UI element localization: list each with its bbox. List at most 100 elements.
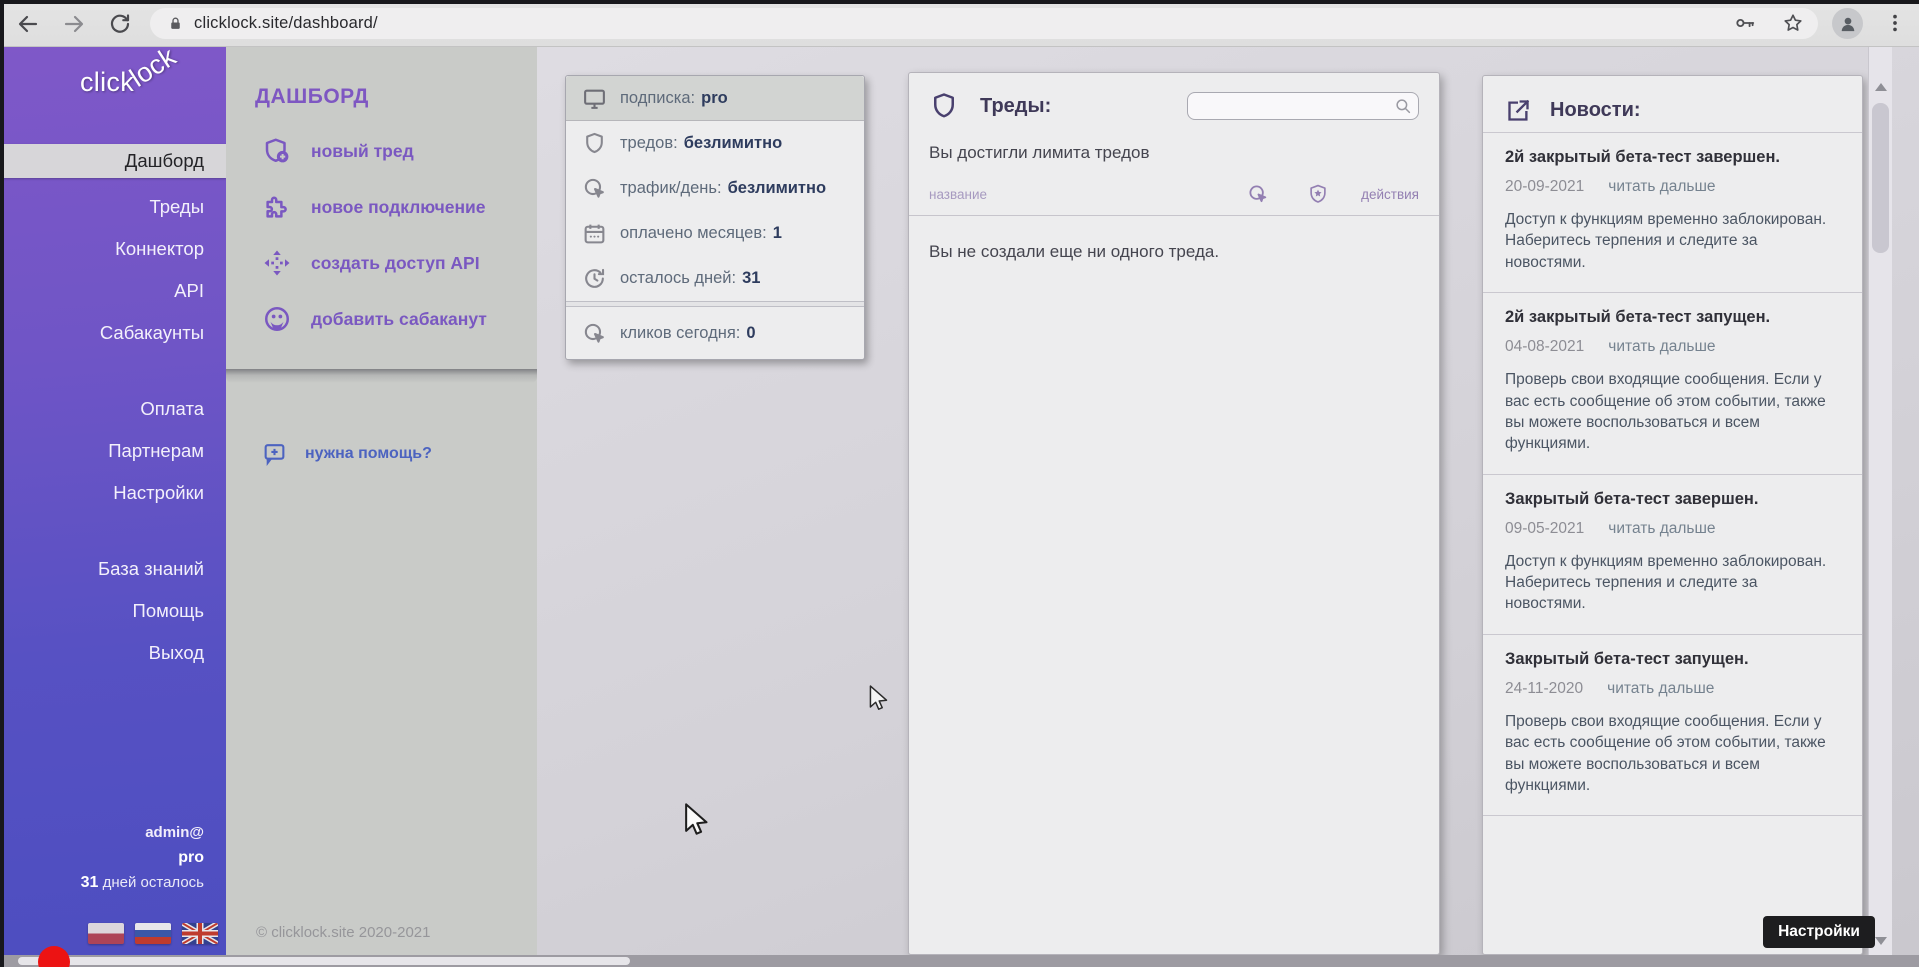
profile-avatar[interactable] <box>1832 8 1863 39</box>
dashboard-page: click lock Дашборд Треды Коннектор API С… <box>0 47 1919 955</box>
address-bar[interactable]: clicklock.site/dashboard/ <box>150 8 1818 39</box>
read-more-link[interactable]: читать дальше <box>1607 680 1714 698</box>
scroll-up-icon[interactable] <box>1875 83 1887 91</box>
news-item-body: Доступ к функциям временно заблокирован.… <box>1505 209 1840 273</box>
sidebar: click lock Дашборд Треды Коннектор API С… <box>0 47 226 955</box>
monitor-icon <box>582 86 607 111</box>
sidebar-item-subaccounts[interactable]: Сабакаунты <box>0 312 226 354</box>
days-text: дней осталось <box>103 874 204 891</box>
mouse-cursor <box>683 803 711 841</box>
scroll-down-icon[interactable] <box>1875 937 1887 945</box>
news-item: Закрытый бета-тест завершен. 09-05-2021 … <box>1483 474 1862 634</box>
search-icon[interactable] <box>1394 97 1412 115</box>
news-item-title: 2й закрытый бета-тест завершен. <box>1505 148 1840 167</box>
russia-flag-icon[interactable] <box>135 923 171 944</box>
stat-traffic: трафик/день: безлимитно <box>566 166 864 211</box>
sidebar-item-threads[interactable]: Треды <box>0 186 226 228</box>
horizontal-scrollbar-thumb[interactable] <box>18 957 630 965</box>
sidebar-item-settings[interactable]: Настройки <box>0 472 226 514</box>
read-more-link[interactable]: читать дальше <box>1608 338 1715 356</box>
need-help-link[interactable]: нужна помощь? <box>262 441 537 466</box>
uk-flag-icon[interactable] <box>182 923 218 944</box>
news-item-date: 24-11-2020 <box>1505 680 1583 698</box>
stat-label: подписка: <box>620 89 695 108</box>
read-more-link[interactable]: читать дальше <box>1608 178 1715 196</box>
news-item-title: 2й закрытый бета-тест запущен. <box>1505 308 1840 327</box>
threads-empty-message: Вы не создали еще ни одного треда. <box>909 216 1439 288</box>
create-api-access-action[interactable]: создать доступ API <box>226 235 537 291</box>
new-connection-action[interactable]: новое подключение <box>226 179 537 235</box>
column-name[interactable]: название <box>929 187 1247 202</box>
click-icon <box>582 321 607 346</box>
add-subaccount-action[interactable]: добавить сабаканут <box>226 291 537 347</box>
news-item: Закрытый бета-тест запущен. 24-11-2020 ч… <box>1483 634 1862 816</box>
help-chat-icon <box>262 441 287 466</box>
news-panel-footer <box>1483 815 1862 895</box>
back-icon[interactable] <box>14 10 42 38</box>
stat-value: 1 <box>773 224 782 243</box>
stat-value: 31 <box>742 269 760 288</box>
mouse-cursor <box>868 685 890 715</box>
sidebar-item-help[interactable]: Помощь <box>0 590 226 632</box>
vertical-scrollbar[interactable] <box>1868 47 1892 955</box>
bookmark-star-icon[interactable] <box>1782 12 1804 39</box>
news-item: 2й закрытый бета-тест завершен. 20-09-20… <box>1483 132 1862 292</box>
shield-icon <box>582 131 607 156</box>
poland-flag-icon[interactable] <box>88 923 124 944</box>
stat-label: трафик/день: <box>620 179 722 198</box>
sidebar-item-payment[interactable]: Оплата <box>0 388 226 430</box>
sidebar-item-partners[interactable]: Партнерам <box>0 430 226 472</box>
news-item-date: 20-09-2021 <box>1505 178 1584 196</box>
sidebar-nav: Дашборд Треды Коннектор API Сабакаунты О… <box>0 144 226 674</box>
news-item-date: 09-05-2021 <box>1505 520 1584 538</box>
browser-menu-icon[interactable] <box>1884 12 1906 34</box>
click-icon <box>582 176 607 201</box>
clicklock-logo[interactable]: click lock <box>80 67 134 98</box>
threads-title: Треды: <box>980 95 1051 118</box>
new-thread-label: новый тред <box>311 141 414 162</box>
password-key-icon[interactable] <box>1734 12 1756 39</box>
stat-label: тредов: <box>620 134 678 153</box>
face-icon <box>262 304 292 334</box>
move-arrows-icon <box>262 248 292 278</box>
stat-days-left: осталось дней: 31 <box>566 256 864 301</box>
sidebar-item-logout[interactable]: Выход <box>0 632 226 674</box>
sidebar-item-api[interactable]: API <box>0 270 226 312</box>
sidebar-item-knowledge-base[interactable]: База знаний <box>0 548 226 590</box>
stat-value: безлимитно <box>728 179 826 198</box>
news-item-body: Проверь свои входящие сообщения. Если у … <box>1505 711 1840 797</box>
horizontal-scrollbar[interactable] <box>0 955 1919 967</box>
news-item-title: Закрытый бета-тест запущен. <box>1505 650 1840 669</box>
new-thread-action[interactable]: новый тред <box>226 123 537 179</box>
news-panel: Новости: 2й закрытый бета-тест завершен.… <box>1482 75 1863 955</box>
read-more-link[interactable]: читать дальше <box>1608 520 1715 538</box>
stat-threads: тредов: безлимитно <box>566 121 864 166</box>
shield-plus-icon <box>262 136 292 166</box>
browser-toolbar: clicklock.site/dashboard/ <box>0 0 1919 47</box>
news-item-date: 04-08-2021 <box>1505 338 1584 356</box>
stat-paid-months: оплачено месяцев: 1 <box>566 211 864 256</box>
calendar-icon <box>582 221 607 246</box>
add-subaccount-label: добавить сабаканут <box>311 309 487 330</box>
frame-edge <box>0 0 4 967</box>
new-connection-label: новое подключение <box>311 197 486 218</box>
scrollbar-thumb[interactable] <box>1872 103 1889 253</box>
reload-icon[interactable] <box>106 10 134 38</box>
threads-search-input[interactable] <box>1187 92 1419 120</box>
language-switcher <box>88 923 218 944</box>
column-actions[interactable]: действия <box>1361 187 1419 202</box>
settings-tooltip[interactable]: Настройки <box>1763 916 1875 948</box>
sidebar-item-dashboard[interactable]: Дашборд <box>0 144 226 178</box>
url-text[interactable]: clicklock.site/dashboard/ <box>194 14 378 33</box>
logo-text-click: click <box>80 67 134 97</box>
frame-edge <box>0 0 1919 4</box>
shield-star-column-icon[interactable] <box>1307 183 1329 205</box>
section-divider <box>226 369 537 383</box>
create-api-access-label: создать доступ API <box>311 253 480 274</box>
clicks-column-icon[interactable] <box>1247 183 1269 205</box>
page-title: ДАШБОРД <box>255 85 537 109</box>
news-item-title: Закрытый бета-тест завершен. <box>1505 490 1840 509</box>
account-days-left: 31 дней осталось <box>81 870 204 895</box>
forward-icon[interactable] <box>60 10 88 38</box>
sidebar-item-connector[interactable]: Коннектор <box>0 228 226 270</box>
